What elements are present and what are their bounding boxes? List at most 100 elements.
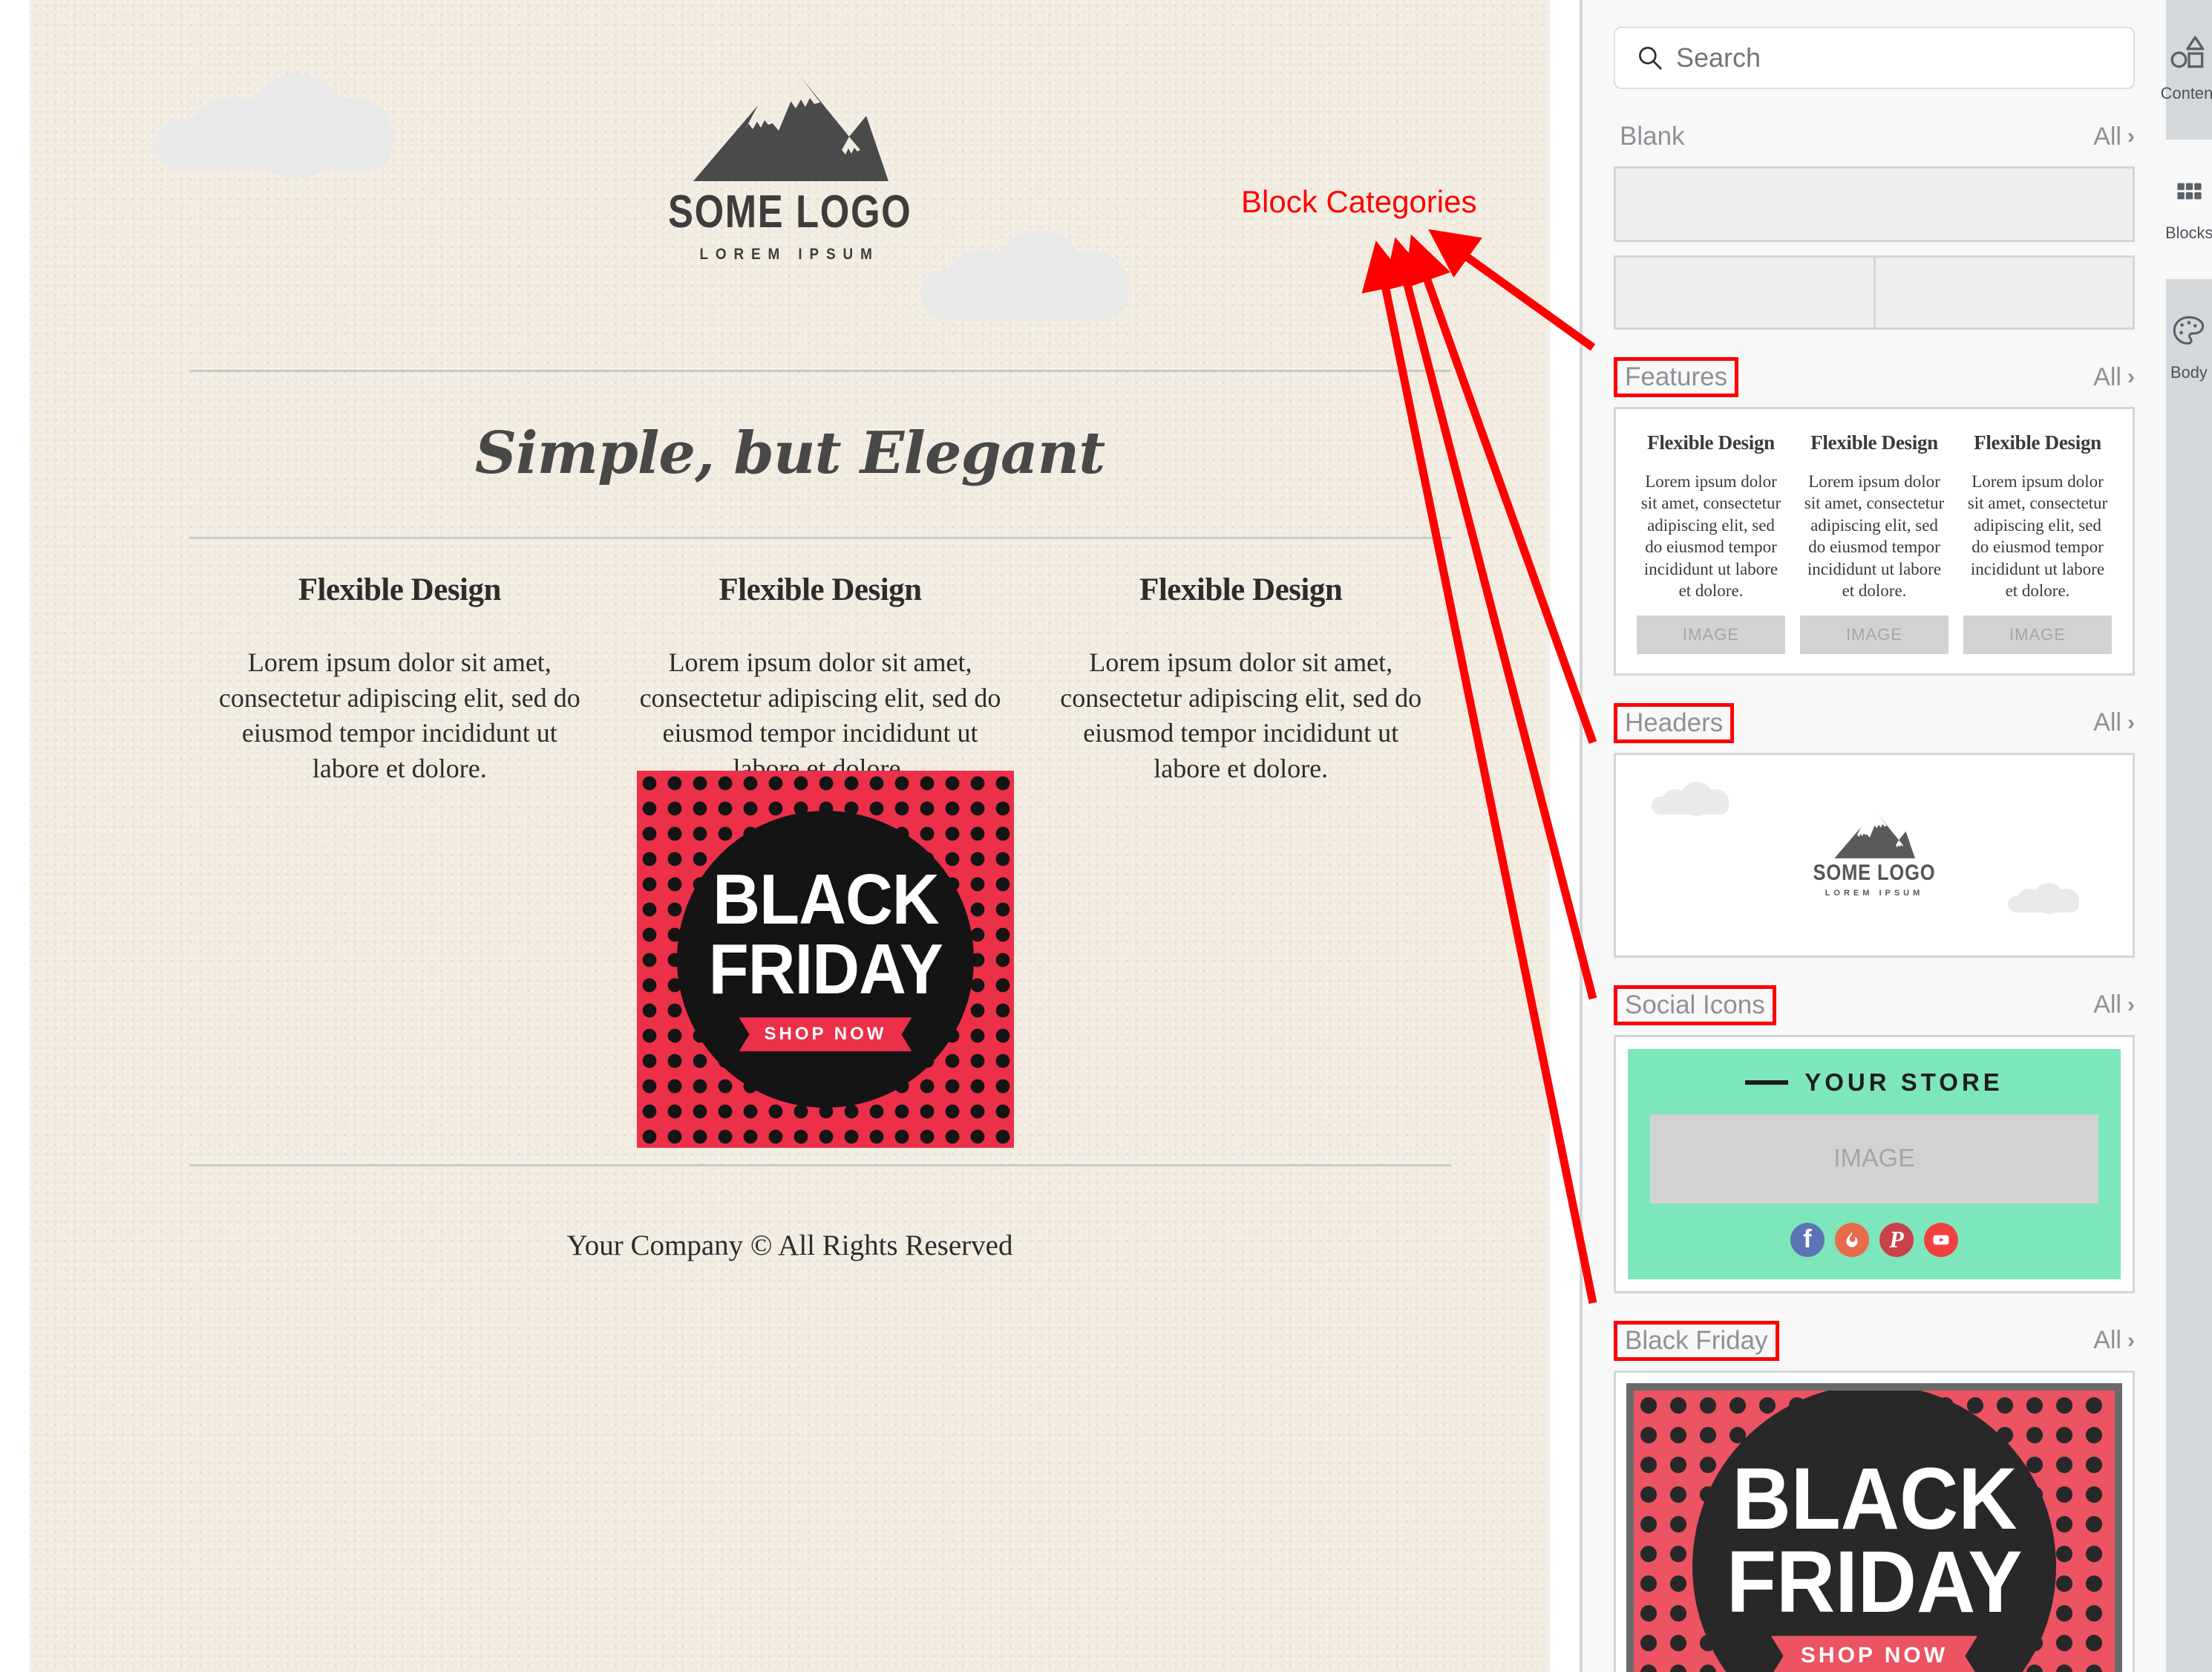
category-label-features: Features [1614,357,1739,397]
category-all-link-features[interactable]: All › [2093,363,2135,392]
app-root: SOME LOGO LOREM IPSUM Simple, but Elegan… [0,0,2212,1672]
toolbar-item-body[interactable]: Body [2166,279,2212,419]
feature-thumb-body: Lorem ipsum dolor sit amet, consectetur … [1640,472,1781,601]
feature-thumb-title: Flexible Design [1647,431,1775,454]
logo-name: SOME LOGO [667,186,912,238]
features-row: Flexible Design Lorem ipsum dolor sit am… [189,572,1451,786]
toolbar-item-blocks[interactable]: Blocks [2164,140,2212,279]
features-block-thumbnail[interactable]: Flexible Design Lorem ipsum dolor sit am… [1614,407,2135,676]
all-label: All [2093,1326,2121,1355]
store-label: YOUR STORE [1804,1068,2003,1096]
chevron-right-icon: › [2127,992,2135,1017]
feature-thumb-body: Lorem ipsum dolor sit amet, consectetur … [1804,472,1945,601]
mountain-icon [693,77,889,181]
category-label-blank: Blank [1620,122,1685,151]
headers-block-thumbnail[interactable]: SOME LOGO LOREM IPSUM [1614,752,2135,958]
toolbar-label-body: Body [2170,363,2208,382]
all-label: All [2093,122,2121,151]
thumb-logo-sub: LOREM IPSUM [1825,888,1924,898]
social-icons-block-thumbnail[interactable]: YOUR STORE IMAGE f P [1614,1034,2135,1293]
palette-icon [2173,316,2205,345]
toolbar-label-content: Content [2160,84,2212,102]
image-placeholder: IMAGE [1800,615,1948,654]
feature-title: Flexible Design [298,572,502,607]
thumb-logo-name: SOME LOGO [1813,860,1936,885]
logo-subtitle: LOREM IPSUM [699,246,880,263]
flame-glyph [1846,1231,1858,1247]
divider-top [189,370,1451,372]
cloud-decoration-thumb-right [2008,882,2079,914]
category-header-blank: Blank All › [1614,117,2135,156]
black-friday-line2: FRIDAY [708,930,943,1009]
grid-icon [2177,183,2202,200]
category-header-features: Features All › [1614,357,2135,397]
blank-block-two-column[interactable] [1614,255,2135,330]
black-friday-image[interactable]: BLACK FRIDAY SHOP NOW [637,771,1014,1148]
toolbar-label-blocks: Blocks [2164,223,2212,242]
black-friday-line2: FRIDAY [1726,1533,2023,1632]
black-friday-line1: BLACK [712,859,939,939]
image-placeholder: IMAGE [1637,615,1785,654]
feature-thumb-column: Flexible Design Lorem ipsum dolor sit am… [1793,431,1956,654]
shop-now-ribbon[interactable]: SHOP NOW [1770,1636,1978,1672]
divider-mid [189,537,1451,539]
pinterest-icon[interactable]: P [1879,1222,1914,1257]
feature-body: Lorem ipsum dolor sit amet, consectetur … [218,647,580,783]
category-all-link-headers[interactable]: All › [2093,708,2135,737]
chevron-right-icon: › [2127,710,2135,735]
feature-thumb-column: Flexible Design Lorem ipsum dolor sit am… [1956,431,2119,654]
shapes-icon [2170,36,2205,68]
header-logo[interactable]: SOME LOGO LOREM IPSUM [30,71,1550,264]
search-input[interactable] [1676,42,2113,74]
black-friday-badge: BLACK FRIDAY SHOP NOW [677,811,974,1108]
toolbar-item-content[interactable]: Content [2161,0,2212,140]
email-page[interactable]: SOME LOGO LOREM IPSUM Simple, but Elegan… [30,0,1550,1672]
feature-thumb-title: Flexible Design [1810,431,1938,454]
category-label-headers: Headers [1614,702,1735,743]
blank-block-one-column[interactable] [1614,166,2135,242]
category-all-link-social-icons[interactable]: All › [2093,990,2135,1019]
blank-cell [1616,258,1874,327]
youtube-icon[interactable] [1924,1222,1958,1257]
right-toolbar[interactable]: Content Blocks Body [2161,0,2212,1672]
page-title: Simple, but Elegant [474,419,1106,487]
category-label-social-icons: Social Icons [1614,984,1776,1025]
play-glyph [1933,1235,1949,1245]
dash-decoration [1745,1080,1789,1085]
footer-text: Your Company © All Rights Reserved [566,1229,1013,1261]
toolbar-filler [2166,419,2212,1672]
shop-now-ribbon[interactable]: SHOP NOW [739,1017,912,1052]
blocks-panel[interactable]: Blank All › Features All › Flexible Desi… [1580,0,2166,1672]
all-label: All [2093,362,2121,391]
feature-body: Lorem ipsum dolor sit amet, consectetur … [1060,647,1422,783]
blank-cell [1873,258,2133,327]
facebook-icon[interactable]: f [1790,1222,1825,1257]
cloud-decoration-thumb-left [1652,781,1729,816]
feature-column[interactable]: Flexible Design Lorem ipsum dolor sit am… [610,572,1031,786]
feature-thumb-title: Flexible Design [1974,431,2101,454]
chevron-right-icon: › [2127,1328,2135,1353]
category-header-headers: Headers All › [1614,702,2135,743]
email-canvas[interactable]: SOME LOGO LOREM IPSUM Simple, but Elegan… [0,0,1580,1672]
chevron-right-icon: › [2127,365,2135,389]
feature-column[interactable]: Flexible Design Lorem ipsum dolor sit am… [189,572,610,786]
feature-thumb-body: Lorem ipsum dolor sit amet, consectetur … [1967,472,2108,601]
category-header-black-friday: Black Friday All › [1614,1320,2135,1361]
mountain-icon [1834,814,1915,858]
feature-body: Lorem ipsum dolor sit amet, consectetur … [639,647,1001,783]
tinder-flame-icon[interactable] [1835,1222,1869,1257]
category-label-black-friday: Black Friday [1614,1320,1779,1361]
feature-thumb-column: Flexible Design Lorem ipsum dolor sit am… [1629,431,1793,654]
category-header-social-icons: Social Icons All › [1614,984,2135,1025]
feature-column[interactable]: Flexible Design Lorem ipsum dolor sit am… [1030,572,1451,786]
search-field[interactable] [1614,27,2135,89]
category-all-link-black-friday[interactable]: All › [2093,1326,2135,1355]
divider-bottom [189,1164,1451,1166]
all-label: All [2093,708,2121,737]
image-placeholder: IMAGE [1963,615,2112,654]
all-label: All [2093,990,2121,1019]
chevron-right-icon: › [2127,124,2135,148]
image-placeholder: IMAGE [1650,1114,2098,1204]
category-all-link-blank[interactable]: All › [2093,123,2135,151]
black-friday-block-thumbnail[interactable]: BLACK FRIDAY SHOP NOW [1614,1370,2135,1672]
